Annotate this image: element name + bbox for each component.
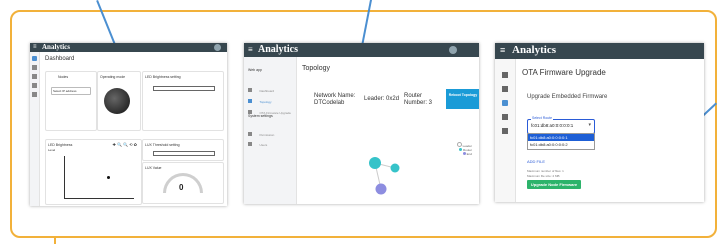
network-name: Network Name: DTCodelab [314, 93, 356, 106]
lux-threshold-title: LUX Threshold setting [145, 143, 180, 147]
brand-logo: Analytics [258, 44, 298, 55]
lux-slider[interactable] [153, 151, 215, 156]
brand-logo: Analytics [512, 44, 556, 56]
brand-logo: Analytics [42, 43, 70, 51]
firmware-nav-icon[interactable] [502, 100, 508, 106]
route-select-label: Select Route [531, 116, 554, 120]
sidebar [30, 52, 40, 206]
operating-mode-card: Operating mode [97, 71, 141, 131]
dashboard-nav-icon[interactable] [32, 56, 37, 61]
sidebar [495, 59, 516, 202]
route-select-value: fc01:db8:a0:0:0:0:0:1 [531, 123, 574, 128]
topology-nav-icon[interactable] [502, 86, 508, 92]
avatar[interactable] [449, 46, 457, 54]
topbar: ≡ Analytics [244, 43, 479, 57]
dashboard-screenshot: ≡ Analytics Dashboard Nodes Select IP ad… [30, 43, 227, 206]
end-node[interactable] [375, 183, 387, 195]
users-nav-icon[interactable] [32, 92, 37, 97]
topology-graph-card: Leader Router End [304, 135, 476, 201]
lux-value-card: LUX Value 0 [142, 162, 224, 204]
ota-screenshot: ≡ Analytics OTA Firmware Upgrade Upgrade… [495, 43, 704, 202]
add-file-link[interactable]: ADD FILE [527, 159, 545, 164]
chart-point [107, 176, 110, 179]
led-slider[interactable] [153, 86, 215, 91]
router-number: Router Number: 3 [404, 93, 433, 106]
users-icon [248, 142, 252, 146]
topbar: ≡ Analytics [495, 43, 704, 59]
frame-connector [54, 236, 56, 244]
lux-threshold-card: LUX Threshold setting [142, 139, 224, 161]
led-brightness-subtitle: Level [48, 148, 56, 152]
chart-toolbar[interactable]: ✚ 🔍 🔍 ⟲ ✿ [113, 142, 137, 147]
leader-label: Leader: 0x2d [364, 96, 400, 102]
lock-nav-icon[interactable] [502, 114, 508, 120]
sidebar: Web app Dashboard Topology OTA Firmware … [244, 57, 297, 204]
route-dropdown: fc01:db8:a0:0:0:0:0:1 fc01:db8:a0:0:0:0:… [527, 133, 595, 150]
sidebar-section-system: System settings [248, 114, 273, 118]
mode-knob[interactable] [104, 88, 130, 114]
network-info-card: Network Name: DTCodelab Leader: 0x2d Rou… [304, 81, 479, 123]
page-title: OTA Firmware Upgrade [522, 68, 606, 77]
chart-y-axis [64, 156, 65, 198]
sidebar-item-label: Users [259, 143, 268, 147]
upgrade-node-firmware-button[interactable]: Upgrade Node Firmware [527, 180, 581, 189]
led-brightness-chart-card: LED Brightness Level ✚ 🔍 🔍 ⟲ ✿ [45, 139, 142, 205]
firmware-nav-icon[interactable] [32, 74, 37, 79]
node-select-value: Select IP address [53, 88, 77, 93]
menu-icon[interactable]: ≡ [500, 45, 505, 55]
gauge-value: 0 [179, 183, 184, 192]
topbar: ≡ Analytics [30, 43, 227, 52]
avatar[interactable] [214, 44, 221, 51]
upgrade-card: Upgrade Embedded Firmware Select Route f… [522, 83, 704, 199]
operating-mode-title: Operating mode [100, 75, 126, 79]
router-node-2[interactable] [390, 163, 400, 173]
sidebar-item-users[interactable]: Users [248, 133, 267, 151]
chart-x-axis [64, 198, 134, 199]
led-setting-title: LED Brightness setting [145, 75, 181, 79]
file-size-hint: Maximum file size: 2 MB [527, 174, 560, 178]
chevron-down-icon: ▾ [588, 122, 591, 128]
led-brightness-title: LED Brightness [48, 143, 73, 147]
reboot-topology-button[interactable]: Reboot Topology [446, 89, 479, 109]
lock-nav-icon[interactable] [32, 83, 37, 88]
sidebar-section-webapp: Web app [248, 68, 262, 72]
lux-value-title: LUX Value [145, 166, 162, 170]
led-brightness-setting-card: LED Brightness setting [142, 71, 224, 131]
section-title: Upgrade Embedded Firmware [527, 94, 608, 100]
menu-icon[interactable]: ≡ [33, 44, 37, 50]
topology-screenshot: ≡ Analytics Web app Dashboard Topology O… [244, 43, 479, 204]
route-option-2[interactable]: fc01:db8:a0:0:0:0:0:2 [528, 141, 594, 148]
nodes-title: Nodes [58, 75, 69, 79]
file-count-hint: Maximum number of files: 1 [527, 169, 564, 173]
dashboard-nav-icon[interactable] [502, 72, 508, 78]
menu-icon[interactable]: ≡ [248, 45, 253, 54]
page-title: Topology [302, 65, 331, 72]
topology-graph [369, 157, 400, 195]
router-node-1[interactable] [369, 157, 381, 169]
route-option-1[interactable]: fc01:db8:a0:0:0:0:0:1 [528, 134, 594, 141]
topology-nav-icon[interactable] [32, 65, 37, 70]
nodes-card: Nodes Select IP address [45, 71, 97, 131]
node-select[interactable]: Select IP address [51, 87, 91, 95]
users-nav-icon[interactable] [502, 128, 508, 134]
page-title: Dashboard [45, 56, 75, 62]
route-select[interactable]: Select Route fc01:db8:a0:0:0:0:0:1 ▾ [527, 116, 595, 134]
